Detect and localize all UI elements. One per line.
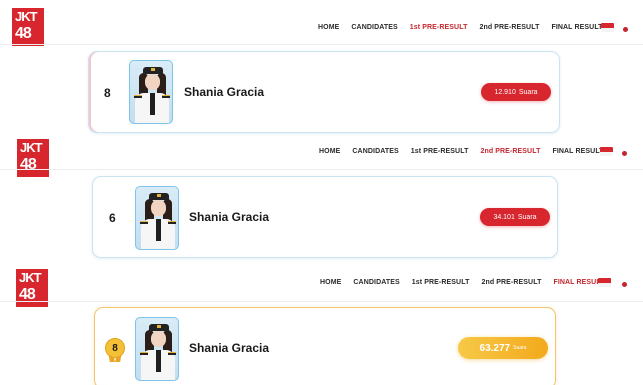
rank-number: 6 <box>109 211 116 225</box>
result-section-1: JKT 48 HOME CANDIDATES 1st PRE-RESULT 2n… <box>0 0 643 135</box>
nav-home[interactable]: HOME <box>318 24 339 31</box>
nav-menu: HOME CANDIDATES 1st PRE-RESULT 2nd PRE-R… <box>320 279 605 286</box>
candidate-card[interactable]: 8 Shania Gracia 63.277 Suara <box>94 307 556 385</box>
candidate-photo <box>135 186 179 250</box>
candidate-card[interactable]: 8 Shania Gracia 12.910 Suara <box>88 51 560 133</box>
result-section-2: JKT 48 HOME CANDIDATES 1st PRE-RESULT 2n… <box>0 135 643 265</box>
nav-1st-pre-result[interactable]: 1st PRE-RESULT <box>410 24 468 31</box>
vote-unit: Suara <box>518 88 538 96</box>
vote-unit: Suara <box>517 213 537 221</box>
result-section-3: JKT 48 HOME CANDIDATES 1st PRE-RESULT 2n… <box>0 265 643 385</box>
vote-count-badge: 63.277 Suara <box>458 337 548 359</box>
rank-number: 8 <box>104 86 111 100</box>
navbar-divider <box>0 44 643 45</box>
nav-2nd-pre-result[interactable]: 2nd PRE-RESULT <box>481 279 541 286</box>
candidate-name: Shania Gracia <box>184 85 265 99</box>
candidate-card[interactable]: 6 Shania Gracia 34.101 Suara <box>92 176 558 258</box>
indonesia-flag-icon[interactable] <box>600 147 613 156</box>
rank-number: 8 <box>112 342 118 354</box>
indonesia-flag-icon[interactable] <box>598 278 611 287</box>
nav-2nd-pre-result[interactable]: 2nd PRE-RESULT <box>480 148 540 155</box>
nav-candidates[interactable]: CANDIDATES <box>353 279 399 286</box>
vote-count-badge: 12.910 Suara <box>481 83 551 101</box>
vote-count-badge: 34.101 Suara <box>480 208 550 226</box>
navbar-divider <box>0 301 643 302</box>
nav-1st-pre-result[interactable]: 1st PRE-RESULT <box>412 279 470 286</box>
nav-home[interactable]: HOME <box>320 279 341 286</box>
indonesia-flag-icon[interactable] <box>601 23 614 32</box>
vote-count: 34.101 <box>493 213 515 221</box>
nav-2nd-pre-result[interactable]: 2nd PRE-RESULT <box>479 24 539 31</box>
nav-menu: HOME CANDIDATES 1st PRE-RESULT 2nd PRE-R… <box>319 148 604 155</box>
logo-text-bottom: 48 <box>20 156 37 173</box>
navbar: JKT 48 HOME CANDIDATES 1st PRE-RESULT 2n… <box>0 135 643 177</box>
candidate-name: Shania Gracia <box>189 210 270 224</box>
navbar: JKT 48 HOME CANDIDATES 1st PRE-RESULT 2n… <box>0 6 643 48</box>
vote-count: 12.910 <box>494 88 516 96</box>
nav-1st-pre-result[interactable]: 1st PRE-RESULT <box>411 148 469 155</box>
candidate-photo <box>135 317 179 381</box>
language-dot-icon[interactable] <box>622 151 627 156</box>
logo-text-top: JKT <box>20 140 43 155</box>
vote-count: 63.277 <box>479 342 511 354</box>
jkt48-logo[interactable]: JKT 48 <box>12 8 44 46</box>
jkt48-logo[interactable]: JKT 48 <box>17 139 49 177</box>
nav-final-result[interactable]: FINAL RESULT <box>551 24 602 31</box>
candidate-photo <box>129 60 173 124</box>
rank-medal-icon: 8 <box>105 338 125 364</box>
nav-candidates[interactable]: CANDIDATES <box>352 148 398 155</box>
nav-final-result[interactable]: FINAL RESULT <box>553 279 604 286</box>
logo-text-bottom: 48 <box>15 25 32 42</box>
nav-menu: HOME CANDIDATES 1st PRE-RESULT 2nd PRE-R… <box>318 24 603 31</box>
navbar-divider <box>0 169 643 170</box>
language-dot-icon[interactable] <box>623 27 628 32</box>
language-dot-icon[interactable] <box>622 282 627 287</box>
nav-home[interactable]: HOME <box>319 148 340 155</box>
candidate-name: Shania Gracia <box>189 341 270 355</box>
vote-unit: Suara <box>513 345 527 351</box>
logo-text-top: JKT <box>19 270 42 285</box>
logo-text-top: JKT <box>15 9 38 24</box>
nav-candidates[interactable]: CANDIDATES <box>351 24 397 31</box>
nav-final-result[interactable]: FINAL RESULT <box>552 148 603 155</box>
